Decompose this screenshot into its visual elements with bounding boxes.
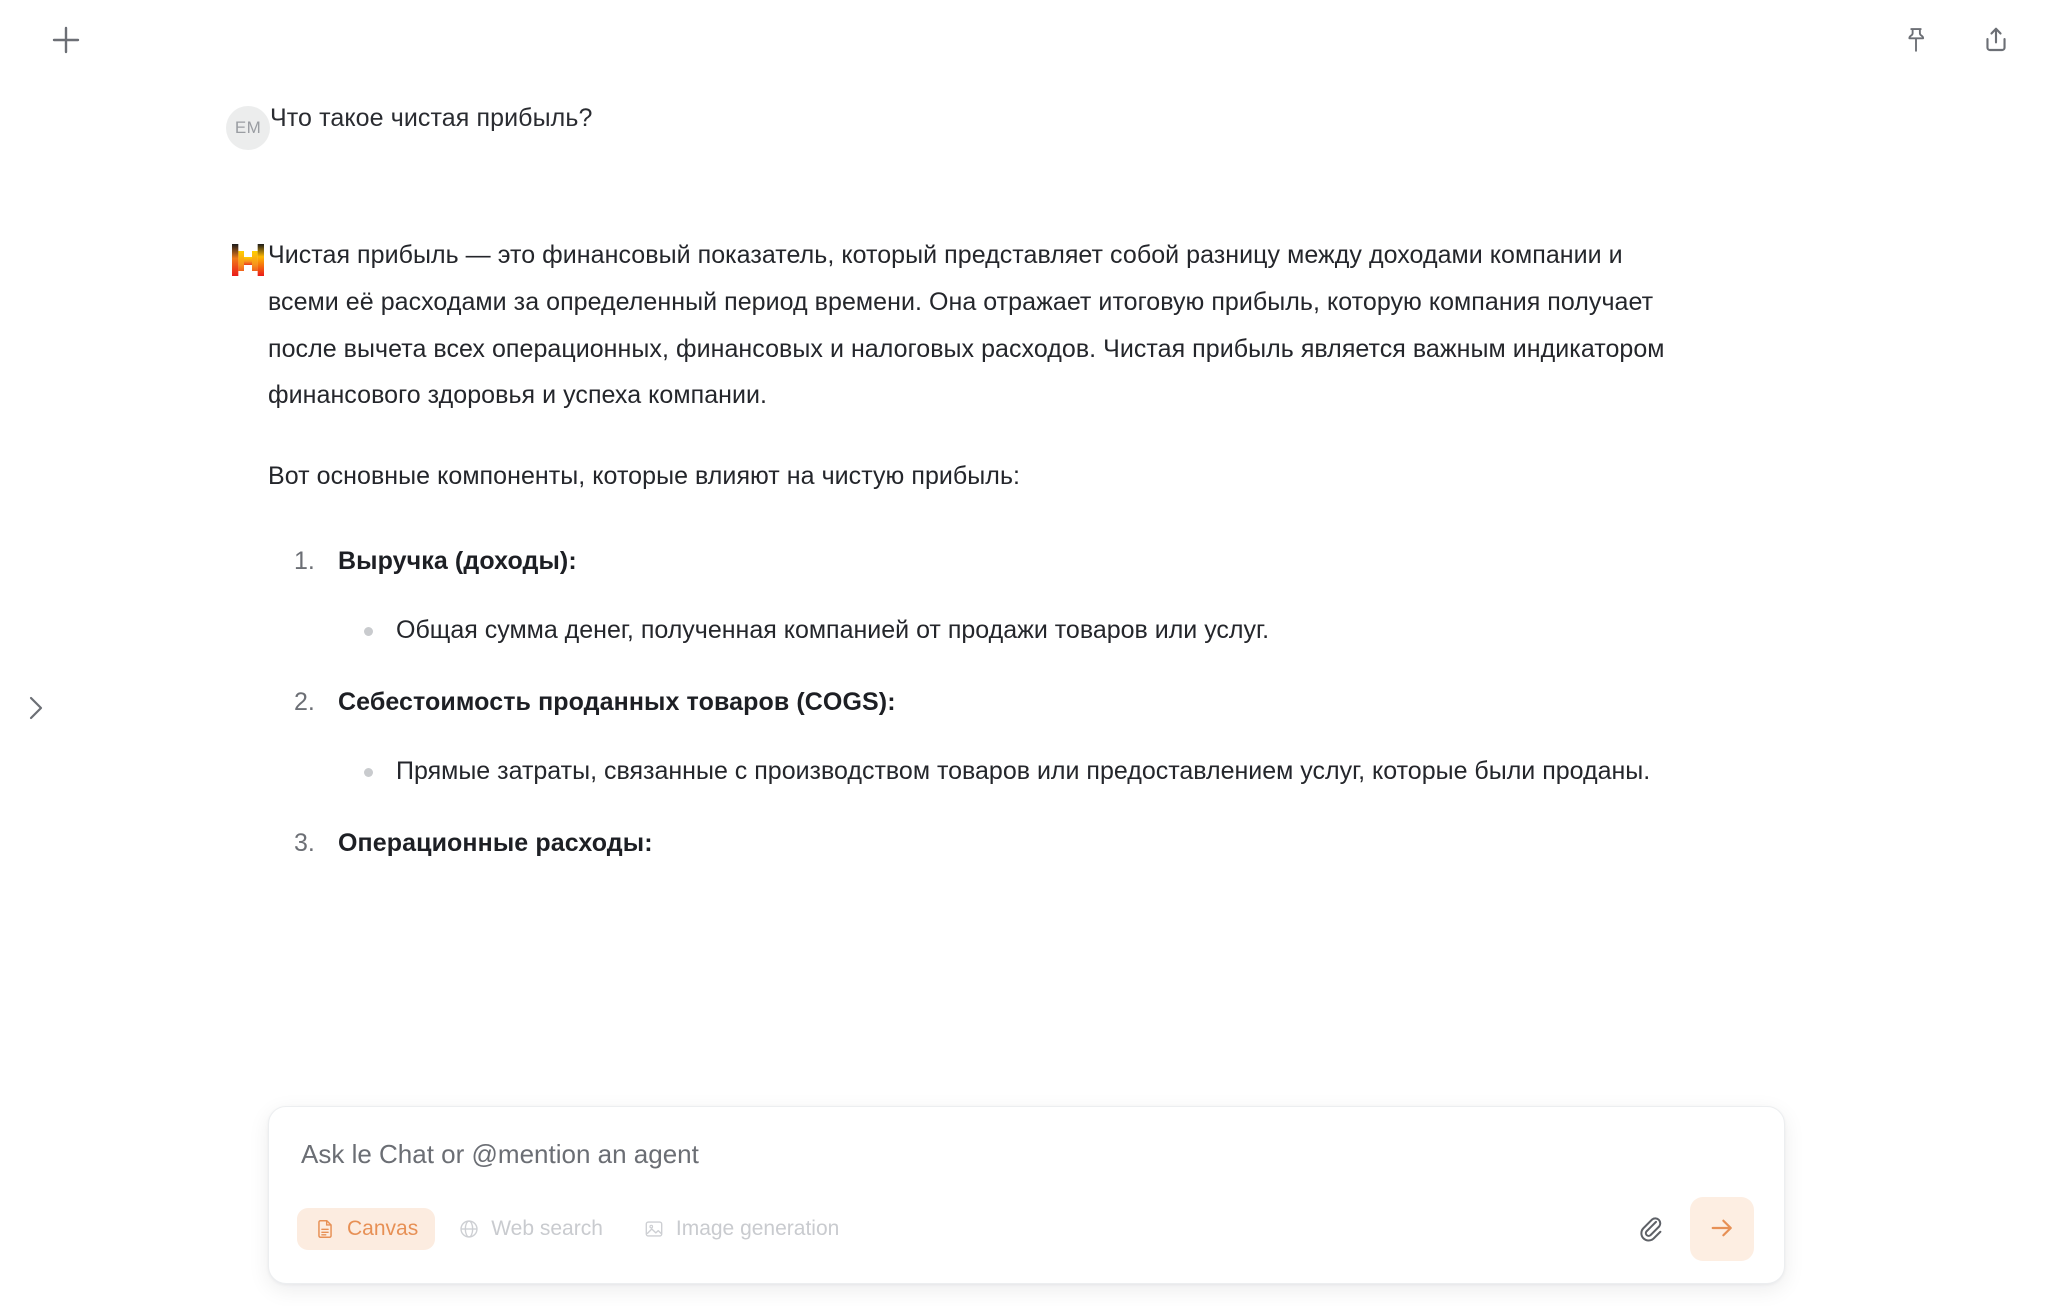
list-item: Себестоимость проданных товаров (COGS): … (294, 683, 1806, 795)
sub-list-item: Общая сумма денег, полученная компанией … (364, 607, 1686, 654)
list-item-title: Операционные расходы: (338, 829, 653, 858)
le-chat-logo-icon (228, 240, 268, 280)
composer: Canvas Web search (268, 1106, 1785, 1284)
globe-icon (458, 1218, 480, 1240)
user-message-text: Что такое чистая прибыль? (270, 104, 593, 132)
tool-image-generation-button[interactable]: Image generation (626, 1208, 856, 1250)
document-icon (314, 1218, 336, 1240)
avatar: EM (226, 106, 270, 150)
top-bar (0, 0, 2048, 80)
list-item-title: Себестоимость проданных товаров (COGS): (338, 688, 896, 716)
tool-web-search-button[interactable]: Web search (441, 1208, 620, 1250)
attach-file-button[interactable] (1628, 1207, 1672, 1251)
list-item-title: Выручка (доходы): (338, 546, 577, 575)
pin-icon (1901, 25, 1931, 55)
composer-tools: Canvas Web search Image generation (297, 1208, 856, 1250)
share-button[interactable] (1974, 18, 2018, 62)
arrow-right-icon (1707, 1213, 1737, 1246)
user-message-body: Что такое чистая прибыль? (270, 100, 1806, 138)
tool-label: Canvas (347, 1217, 419, 1240)
plus-icon (49, 23, 83, 57)
chevron-right-icon (24, 691, 48, 730)
sub-list: Прямые затраты, связанные с производство… (338, 748, 1806, 795)
new-chat-button[interactable] (44, 18, 88, 62)
chat-input[interactable] (297, 1137, 1756, 1170)
paperclip-icon (1635, 1213, 1665, 1246)
expand-sidebar-button[interactable] (16, 690, 56, 730)
composer-footer: Canvas Web search Image generation (297, 1197, 1756, 1261)
send-button[interactable] (1690, 1197, 1754, 1261)
image-icon (643, 1218, 665, 1240)
sub-list-item: Прямые затраты, связанные с производство… (364, 748, 1686, 795)
components-list: Выручка (доходы): Общая сумма денег, пол… (268, 542, 1806, 863)
conversation-content: EM Что такое чистая прибыль? Чистая приб… (226, 80, 1806, 893)
assistant-paragraph-2: Вот основные компоненты, которые влияют … (268, 462, 1021, 490)
sub-list: Общая сумма денег, полученная компанией … (338, 607, 1806, 654)
list-item: Выручка (доходы): Общая сумма денег, пол… (294, 542, 1806, 654)
top-bar-actions (1894, 18, 2018, 62)
share-upload-icon (1980, 24, 2012, 56)
composer-box[interactable]: Canvas Web search (268, 1106, 1785, 1284)
list-item: Операционные расходы: (294, 824, 1806, 863)
pin-button[interactable] (1894, 18, 1938, 62)
composer-actions (1628, 1197, 1756, 1261)
assistant-message: Чистая прибыль — это финансовый показате… (232, 232, 1806, 893)
tool-label: Image generation (675, 1217, 840, 1240)
user-message: EM Что такое чистая прибыль? (226, 100, 1806, 150)
assistant-paragraph-1: Чистая прибыль — это финансовый показате… (268, 241, 1665, 410)
tool-canvas-button[interactable]: Canvas (297, 1208, 436, 1250)
tool-label: Web search (491, 1217, 603, 1240)
assistant-message-body: Чистая прибыль — это финансовый показате… (268, 232, 1806, 893)
